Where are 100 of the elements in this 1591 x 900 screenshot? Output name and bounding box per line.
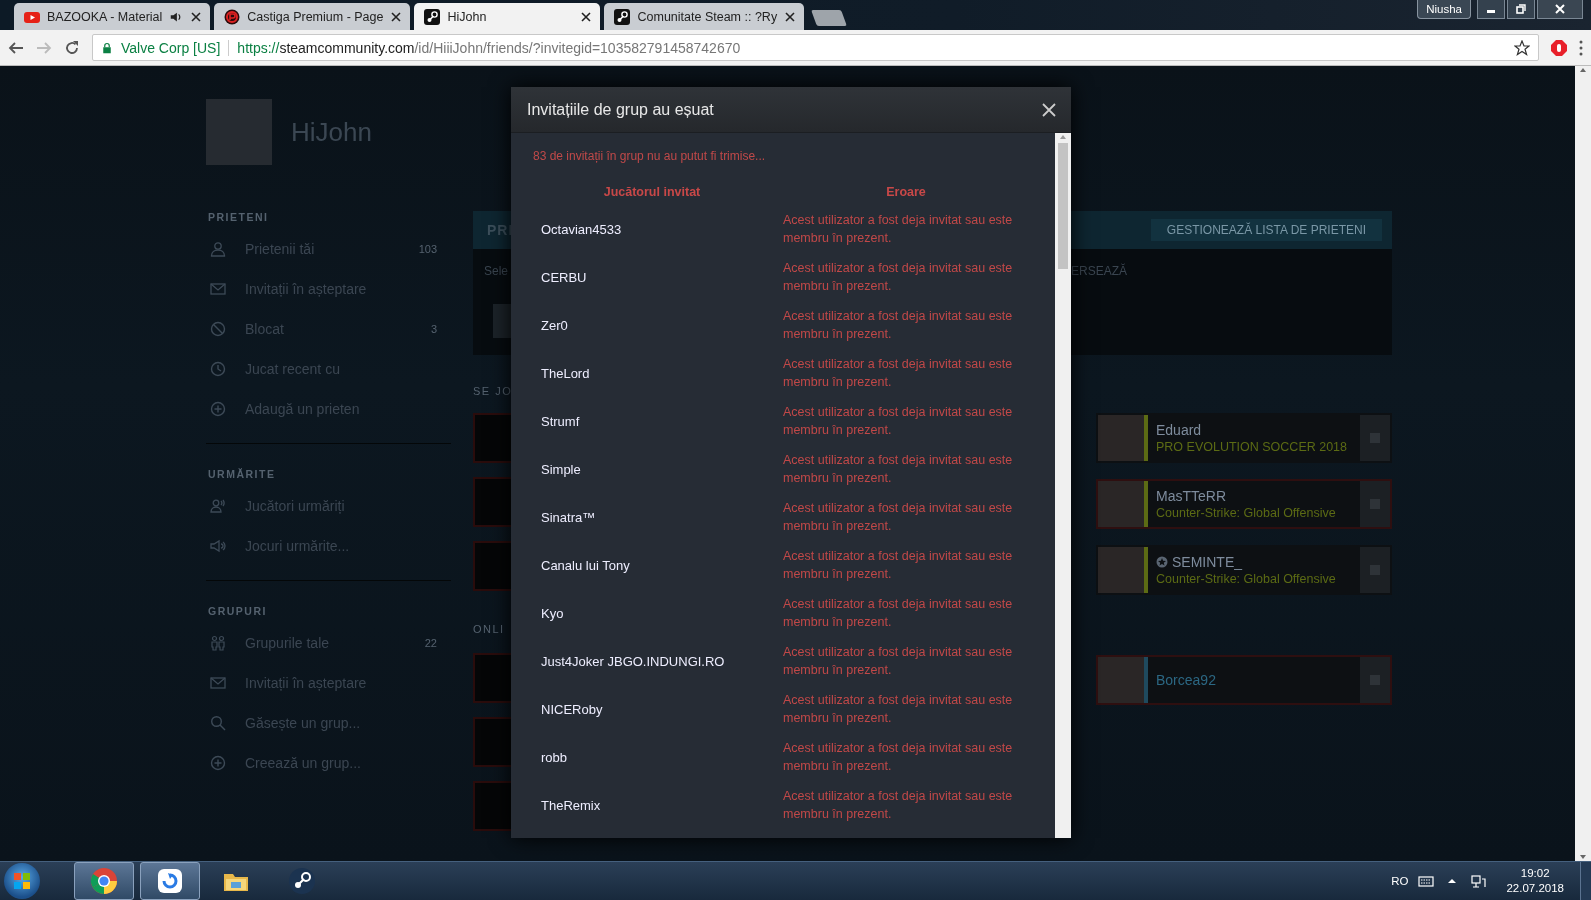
close-icon[interactable]: [190, 10, 203, 23]
error-text: Acest utilizator a fost deja invitat sau este membru în prezent.: [782, 596, 1014, 631]
panel-text: Sele: [484, 264, 509, 278]
error-text: Acest utilizator a fost deja invitat sau este membru în prezent.: [782, 260, 1014, 295]
error-text: Acest utilizator a fost deja invitat sau este membru în prezent.: [782, 452, 1014, 487]
steam-icon: [288, 867, 316, 895]
clock[interactable]: 19:02 22.07.2018: [1506, 866, 1564, 896]
taskbar-app[interactable]: [140, 862, 200, 900]
close-button[interactable]: [1537, 0, 1583, 19]
close-icon: [1555, 4, 1565, 14]
avatar-photo-placeholder: [1098, 657, 1144, 703]
player-name: Kyo: [540, 604, 565, 623]
star-icon[interactable]: [1514, 39, 1530, 56]
friend-card[interactable]: Eduard PRO EVOLUTION SOCCER 2018: [1096, 413, 1392, 463]
start-button[interactable]: [4, 863, 40, 899]
avatar-photo-placeholder: [206, 99, 272, 165]
search-icon: [210, 715, 226, 731]
new-tab-button[interactable]: [811, 10, 848, 26]
error-text: Acest utilizator a fost deja invitat sau este membru în prezent.: [782, 404, 1014, 439]
player-name: robb: [540, 748, 569, 767]
menu-icon: [1579, 39, 1583, 56]
error-text: Acest utilizator a fost deja invitat sau este membru în prezent.: [782, 692, 1014, 727]
manage-list-button[interactable]: GESTIONEAZĂ LISTA DE PRIETENI: [1150, 219, 1382, 241]
person-icon: [210, 241, 226, 257]
error-text: Acest utilizator a fost deja invitat sau este membru în prezent.: [782, 356, 1014, 391]
plus-circle-icon: [210, 401, 226, 417]
steam-icon: [614, 8, 631, 25]
friend-name: Eduard: [1156, 422, 1202, 438]
error-text: Acest utilizator a fost deja invitat sau este membru în prezent.: [782, 308, 1014, 343]
restore-button[interactable]: [1507, 0, 1535, 19]
game-name: PRO EVOLUTION SOCCER 2018: [1156, 440, 1349, 454]
player-name: Sinatra™: [540, 508, 597, 527]
friend-card[interactable]: Borcea92: [1096, 655, 1392, 705]
network-icon: [1470, 873, 1487, 889]
blocked-icon: [210, 321, 226, 337]
megaphone-icon: [210, 538, 226, 554]
minimize-button[interactable]: [1477, 0, 1505, 19]
stop-sign-icon: [1551, 39, 1567, 56]
error-text: Acest utilizator a fost deja invitat sau este membru în prezent.: [782, 500, 1014, 535]
chrome-icon: [90, 867, 118, 895]
scrollbar[interactable]: [1575, 66, 1591, 861]
error-text: Acest utilizator a fost deja invitat sau este membru în prezent.: [782, 788, 1014, 823]
taskbar-app[interactable]: [74, 862, 134, 900]
game-name: Counter-Strike: Global Offensive: [1156, 572, 1337, 586]
player-name: NICERoby: [540, 700, 604, 719]
error-text: Acest utilizator a fost deja invitat sau este membru în prezent.: [782, 644, 1014, 679]
dialog-title: Invitațiile de grup au eșuat: [527, 100, 714, 119]
player-name: CERBU: [540, 268, 588, 287]
browser-tab[interactable]: Comunitate Steam :: ?Ry: [604, 3, 805, 30]
player-name: TheRemix: [540, 796, 602, 815]
person-sound-icon: [210, 498, 226, 514]
error-text: Acest utilizator a fost deja invitat sau este membru în prezent.: [782, 740, 1014, 775]
lock-icon: [101, 40, 113, 55]
back-icon[interactable]: [8, 39, 24, 56]
security-label: Valve Corp [US]: [121, 39, 221, 56]
site-logo-icon: [224, 8, 241, 25]
profile-button[interactable]: Niusha: [1417, 0, 1471, 19]
player-name: TheLord: [540, 364, 591, 383]
address-field[interactable]: Valve Corp [US] https://steamcommunity.com/id/HiiiJohn/friends/?invitegid=103582791458742670: [92, 34, 1539, 61]
section-label: SE JO: [473, 385, 513, 399]
people-icon: [210, 635, 226, 651]
scrollbar[interactable]: [1055, 133, 1071, 838]
avatar-photo-placeholder: [1098, 547, 1144, 593]
section-title: GRUPURI: [207, 605, 268, 619]
profile-name: HiJohn: [291, 116, 372, 148]
close-icon[interactable]: [784, 10, 797, 23]
column-header: Eroare: [885, 185, 927, 201]
browser-tab[interactable]: HiJohn: [414, 3, 601, 30]
restore-icon: [1516, 4, 1526, 14]
avatar-photo-placeholder: [1098, 415, 1144, 461]
envelope-icon: [210, 675, 226, 691]
scrollbar-thumb[interactable]: [1058, 143, 1068, 269]
panel-text: ERSEAZĂ: [1071, 264, 1127, 278]
player-name: Canalu lui Tony: [540, 556, 631, 575]
section-title: PRIETENI: [207, 211, 270, 225]
friend-name: Borcea92: [1156, 672, 1216, 688]
keyboard-icon: [1418, 873, 1435, 889]
column-header: Jucătorul invitat: [602, 185, 702, 201]
error-text: Acest utilizator a fost deja invitat sau este membru în prezent.: [782, 212, 1014, 247]
player-name: Just4Joker JBGO.INDUNGI.RO: [540, 652, 726, 671]
language-indicator[interactable]: RO: [1391, 875, 1409, 887]
steam-icon: [424, 8, 441, 25]
avatar-photo-placeholder: [1098, 481, 1144, 527]
player-name: Octavian4533: [540, 220, 623, 239]
friend-name: MasTTeRR: [1156, 488, 1226, 504]
browser-tab[interactable]: BAZOOKA - Material: [14, 3, 211, 30]
friend-card[interactable]: SEMINTE_ Counter-Strike: Global Offensive: [1096, 545, 1392, 595]
close-icon[interactable]: [390, 10, 403, 23]
browser-tab[interactable]: Castiga Premium - Page: [214, 3, 411, 30]
clock-icon: [210, 361, 226, 377]
close-icon[interactable]: [580, 10, 593, 23]
friend-card[interactable]: MasTTeRR Counter-Strike: Global Offensive: [1096, 479, 1392, 529]
section-label: ONLI: [473, 623, 505, 637]
url-text: https://steamcommunity.com/id/HiiiJohn/friends/?invitegid=103582791458742670: [237, 39, 742, 56]
app-icon: [156, 867, 184, 895]
reload-icon[interactable]: [64, 39, 80, 56]
game-name: Counter-Strike: Global Offensive: [1156, 506, 1337, 520]
friend-name: SEMINTE_: [1172, 554, 1242, 570]
dialog-message: 83 de invitații în grup nu au putut fi trimise...: [533, 149, 767, 163]
envelope-icon: [210, 281, 226, 297]
